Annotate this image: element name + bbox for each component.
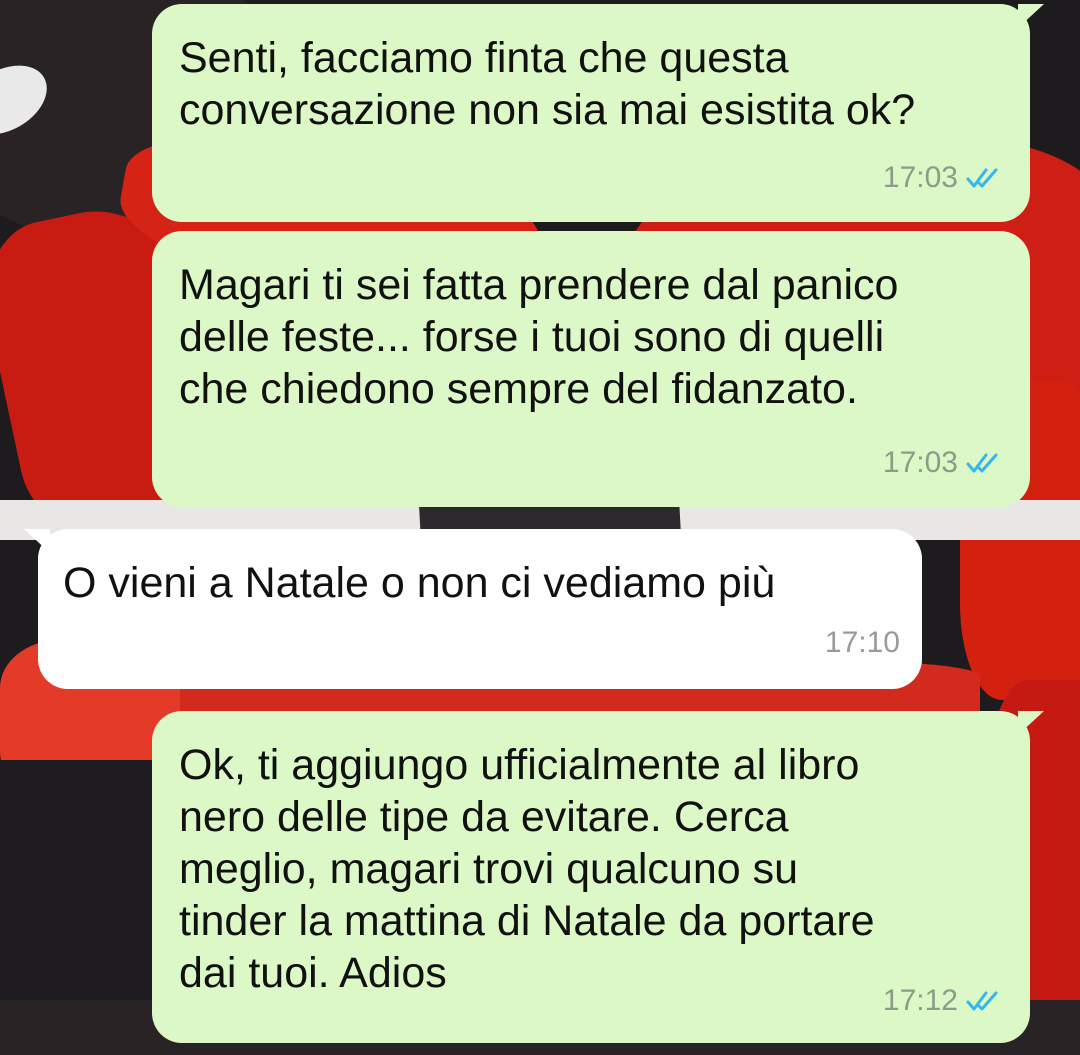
message-text: Magari ti sei fatta prendere dal panico … bbox=[179, 261, 899, 413]
message-time: 17:12 bbox=[882, 984, 958, 1017]
double-check-read-icon bbox=[966, 991, 998, 1011]
message-bubble-outgoing[interactable]: Senti, facciamo finta che questa convers… bbox=[152, 4, 1044, 222]
message-list: Senti, facciamo finta che questa convers… bbox=[0, 0, 1080, 1055]
message-time: 17:03 bbox=[882, 446, 958, 479]
message-time: 17:03 bbox=[882, 161, 958, 194]
message-text: Senti, facciamo finta che questa convers… bbox=[179, 34, 916, 134]
message-bubble-incoming[interactable]: O vieni a Natale o non ci vediamo più 17… bbox=[24, 529, 922, 689]
message-bubble-outgoing[interactable]: Magari ti sei fatta prendere dal panico … bbox=[152, 231, 1030, 507]
double-check-read-icon bbox=[966, 453, 998, 473]
double-check-read-icon bbox=[966, 168, 998, 188]
message-text: O vieni a Natale o non ci vediamo più bbox=[63, 559, 776, 607]
message-bubble-outgoing[interactable]: Ok, ti aggiungo ufficialmente al libro n… bbox=[152, 711, 1044, 1043]
message-text: Ok, ti aggiungo ufficialmente al libro n… bbox=[179, 741, 875, 997]
message-time: 17:10 bbox=[824, 626, 900, 659]
